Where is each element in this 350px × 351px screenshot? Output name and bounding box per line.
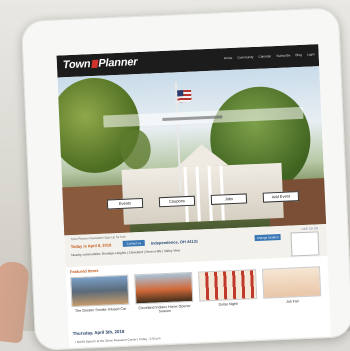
tablet-device: Town Planner Home Community Calendar Subs… [20,7,350,351]
card-title: The Greater Smoke-Infused Car [74,306,127,314]
card-thumbnail [261,266,322,299]
building-left [60,184,131,236]
newsletter-note[interactable]: Town Planner Newsletter Sign Up for free [70,235,125,241]
social-label: LIKE US ON [301,226,319,232]
american-flag-icon [177,89,192,103]
logo-text-planner: Planner [98,56,138,70]
add-event-button[interactable]: Add Event [262,191,300,203]
jobs-button[interactable]: Jobs [210,193,248,205]
tree-small [119,128,152,170]
main-nav: Home Community Calendar Subscribe Blog L… [224,52,315,60]
featured-card[interactable]: The Greater Smoke-Infused Car [70,274,130,317]
nav-home[interactable]: Home [224,56,233,60]
featured-title: Featured Items [69,267,99,275]
featured-section: Featured Items The Greater Smoke-Infused… [65,255,331,330]
social-widget[interactable] [290,231,320,257]
today-date: Today is April 8, 2018 [70,242,112,250]
logo-text-town: Town [62,58,91,72]
card-thumbnail [134,271,194,305]
coupons-button[interactable]: Coupons [158,195,196,208]
card-title: Dollar Night! [218,301,239,307]
featured-cards: The Greater Smoke-Infused Car Cleveland … [70,266,322,317]
nav-login[interactable]: Login [307,52,315,56]
contact-button[interactable]: Contact us [122,239,145,247]
card-thumbnail [198,269,258,302]
tablet-screen: Town Planner Home Community Calendar Subs… [56,44,331,348]
nav-community[interactable]: Community [237,55,253,60]
nav-blog[interactable]: Blog [295,53,302,57]
featured-card[interactable]: Dollar Night! [198,269,258,311]
nav-subscribe[interactable]: Subscribe [276,53,290,58]
events-date-heading: Thursday, April 5th, 2018 [72,328,125,337]
flag-icon [90,59,98,69]
location-label: Independence, OH 44131 [150,238,199,246]
featured-card[interactable]: Job Fair [261,266,322,308]
hand-finger [0,260,31,344]
featured-card[interactable]: Cleveland Indians Home Opener Season [134,271,194,314]
event-item[interactable]: • NASA Speech at the Glenn Research Cent… [75,336,161,344]
nav-calendar[interactable]: Calendar [258,54,271,59]
events-button[interactable]: Events [106,197,144,210]
change-location-button[interactable]: Change location [254,233,281,242]
nearby-communities[interactable]: Nearby communities: Brooklyn Heights | C… [71,248,180,257]
card-thumbnail [70,274,130,308]
card-title: Cleveland Indians Home Opener Season [138,303,191,314]
town-planner-logo[interactable]: Town Planner [63,56,138,71]
hero-image: Events Coupons Jobs Add Event [56,66,331,236]
card-title: Job Fair [285,299,300,304]
